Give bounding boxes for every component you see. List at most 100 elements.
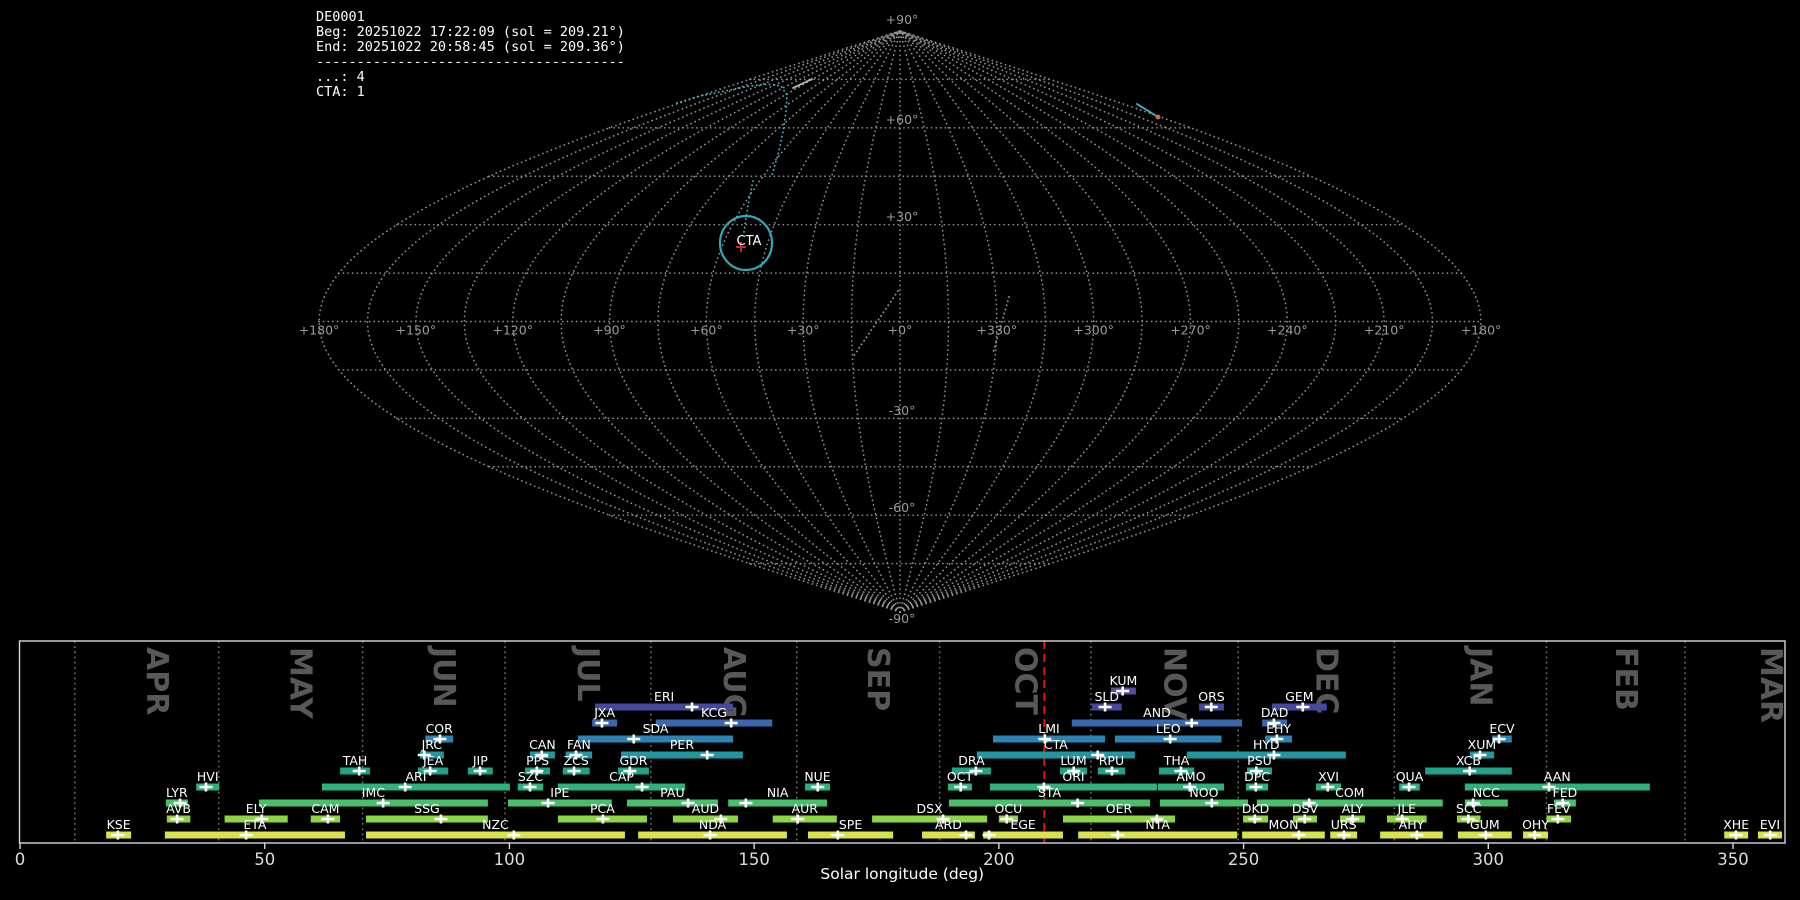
shower-label-DAD: DAD bbox=[1261, 705, 1289, 720]
shower-label-KSE: KSE bbox=[107, 817, 131, 832]
shower-label-PPS: PPS bbox=[526, 753, 549, 768]
x-tick-label: 250 bbox=[1228, 850, 1260, 869]
map-latitude-label: +30° bbox=[886, 209, 919, 224]
x-tick-label: 200 bbox=[983, 850, 1015, 869]
shower-bar-KCG bbox=[656, 720, 772, 727]
shower-label-JXA: JXA bbox=[593, 705, 615, 720]
shower-label-HYD: HYD bbox=[1253, 737, 1280, 752]
shower-label-ECV: ECV bbox=[1489, 721, 1515, 736]
shower-label-KUM: KUM bbox=[1110, 673, 1138, 688]
shower-label-LEO: LEO bbox=[1156, 721, 1181, 736]
shower-label-PCA: PCA bbox=[590, 801, 615, 816]
shower-label-ERI: ERI bbox=[654, 689, 674, 704]
shower-label-NUE: NUE bbox=[804, 769, 830, 784]
month-label: JUN bbox=[426, 645, 461, 708]
shower-label-QUA: QUA bbox=[1396, 769, 1424, 784]
x-tick-label: 100 bbox=[494, 850, 526, 869]
begin-time: Beg: 20251022 17:22:09 (sol = 209.21°) bbox=[316, 24, 625, 40]
shower-bar-ETA bbox=[165, 832, 345, 839]
shower-label-THA: THA bbox=[1163, 753, 1190, 768]
end-time: End: 20251022 20:58:45 (sol = 209.36°) bbox=[316, 39, 625, 55]
shower-label-SCC: SCC bbox=[1456, 801, 1482, 816]
graticule-meridian bbox=[561, 31, 900, 612]
shower-bar-SPE bbox=[808, 832, 893, 839]
shower-label-CAN: CAN bbox=[529, 737, 556, 752]
shower-label-EHY: EHY bbox=[1266, 721, 1291, 736]
map-longitude-label: +270° bbox=[1170, 323, 1211, 338]
shower-label-DPC: DPC bbox=[1244, 769, 1270, 784]
shower-bar-SSG bbox=[366, 816, 488, 823]
shower-label-ORS: ORS bbox=[1198, 689, 1225, 704]
map-longitude-label: +240° bbox=[1267, 323, 1308, 338]
shower-label-XHE: XHE bbox=[1723, 817, 1749, 832]
shower-label-CTA: CTA bbox=[1044, 737, 1068, 752]
shower-label-PSU: PSU bbox=[1247, 753, 1272, 768]
month-label: JAN bbox=[1462, 645, 1497, 707]
separator: -------------------------------------- bbox=[316, 54, 625, 70]
station-id: DE0001 bbox=[316, 9, 365, 25]
map-longitude-label: +210° bbox=[1364, 323, 1405, 338]
shower-label-ARI: ARI bbox=[405, 769, 426, 784]
shower-label-EGE: EGE bbox=[1010, 817, 1036, 832]
shower-label-AUD: AUD bbox=[692, 801, 719, 816]
shower-bar-DSX bbox=[872, 816, 987, 823]
x-tick-label: 0 bbox=[15, 850, 26, 869]
shower-label-OCT: OCT bbox=[947, 769, 974, 784]
shower-label-FEV: FEV bbox=[1547, 801, 1571, 816]
shower-label-URS: URS bbox=[1331, 817, 1357, 832]
meteor-track-top bbox=[793, 79, 812, 88]
shower-label-NDA: NDA bbox=[699, 817, 727, 832]
shower-bar-AUR bbox=[773, 816, 837, 823]
shower-label-AAN: AAN bbox=[1544, 769, 1571, 784]
shower-label-XUM: XUM bbox=[1468, 737, 1497, 752]
shower-label-IPE: IPE bbox=[550, 785, 569, 800]
month-label: OCT bbox=[1007, 647, 1042, 716]
shower-label-ALY: ALY bbox=[1342, 801, 1364, 816]
map-longitude-label: +150° bbox=[396, 323, 437, 338]
map-latitude-label: -60° bbox=[889, 500, 916, 515]
map-longitude-label: +180° bbox=[299, 323, 340, 338]
map-longitude-label: +30° bbox=[787, 323, 820, 338]
shower-label-EVI: EVI bbox=[1760, 817, 1780, 832]
shower-label-XCB: XCB bbox=[1456, 753, 1481, 768]
shower-label-AHY: AHY bbox=[1399, 817, 1425, 832]
shower-label-LYR: LYR bbox=[166, 785, 188, 800]
map-latitude-label: -90° bbox=[889, 611, 916, 626]
shower-label-JEA: JEA bbox=[422, 753, 444, 768]
map-latitude-label: -30° bbox=[889, 403, 916, 418]
shower-label-KCG: KCG bbox=[701, 705, 727, 720]
cta-count: CTA: 1 bbox=[316, 84, 365, 100]
shower-label-ARD: ARD bbox=[935, 817, 962, 832]
shower-bar-ARI bbox=[322, 784, 510, 791]
shower-label-ELY: ELY bbox=[246, 801, 267, 816]
shower-bar-NTA bbox=[1078, 832, 1237, 839]
shower-label-SPE: SPE bbox=[839, 817, 862, 832]
x-tick-label: 50 bbox=[254, 850, 275, 869]
shower-label-NCC: NCC bbox=[1473, 785, 1500, 800]
shower-label-COM: COM bbox=[1335, 785, 1364, 800]
shower-label-ETA: ETA bbox=[243, 817, 267, 832]
map-longitude-label: +120° bbox=[492, 323, 533, 338]
shower-label-DRA: DRA bbox=[958, 753, 985, 768]
shower-label-AUR: AUR bbox=[792, 801, 819, 816]
shower-label-FAN: FAN bbox=[567, 737, 591, 752]
shower-label-LMI: LMI bbox=[1038, 721, 1059, 736]
map-latitude-label: +90° bbox=[886, 12, 919, 27]
shower-label-DSV: DSV bbox=[1292, 801, 1319, 816]
unidentified-count: ...: 4 bbox=[316, 69, 365, 85]
shower-label-OHY: OHY bbox=[1522, 817, 1549, 832]
plot-canvas: +180°+150°+120°+90°+60°+30°+0°+330°+300°… bbox=[0, 0, 1800, 900]
shower-label-NOO: NOO bbox=[1189, 785, 1218, 800]
shower-label-AMO: AMO bbox=[1176, 769, 1205, 784]
shower-label-JLE: JLE bbox=[1397, 801, 1417, 816]
shower-bar-NZC bbox=[366, 832, 625, 839]
x-axis-title: Solar longitude (deg) bbox=[820, 865, 984, 883]
shower-label-TAH: TAH bbox=[342, 753, 368, 768]
meteor-end-dot bbox=[1156, 115, 1161, 120]
shower-label-FED: FED bbox=[1553, 785, 1578, 800]
shower-label-JRC: JRC bbox=[421, 737, 443, 752]
x-tick-label: 150 bbox=[738, 850, 770, 869]
shower-label-XVI: XVI bbox=[1318, 769, 1339, 784]
shower-label-NTA: NTA bbox=[1145, 817, 1170, 832]
shower-bar-ORI bbox=[990, 784, 1157, 791]
